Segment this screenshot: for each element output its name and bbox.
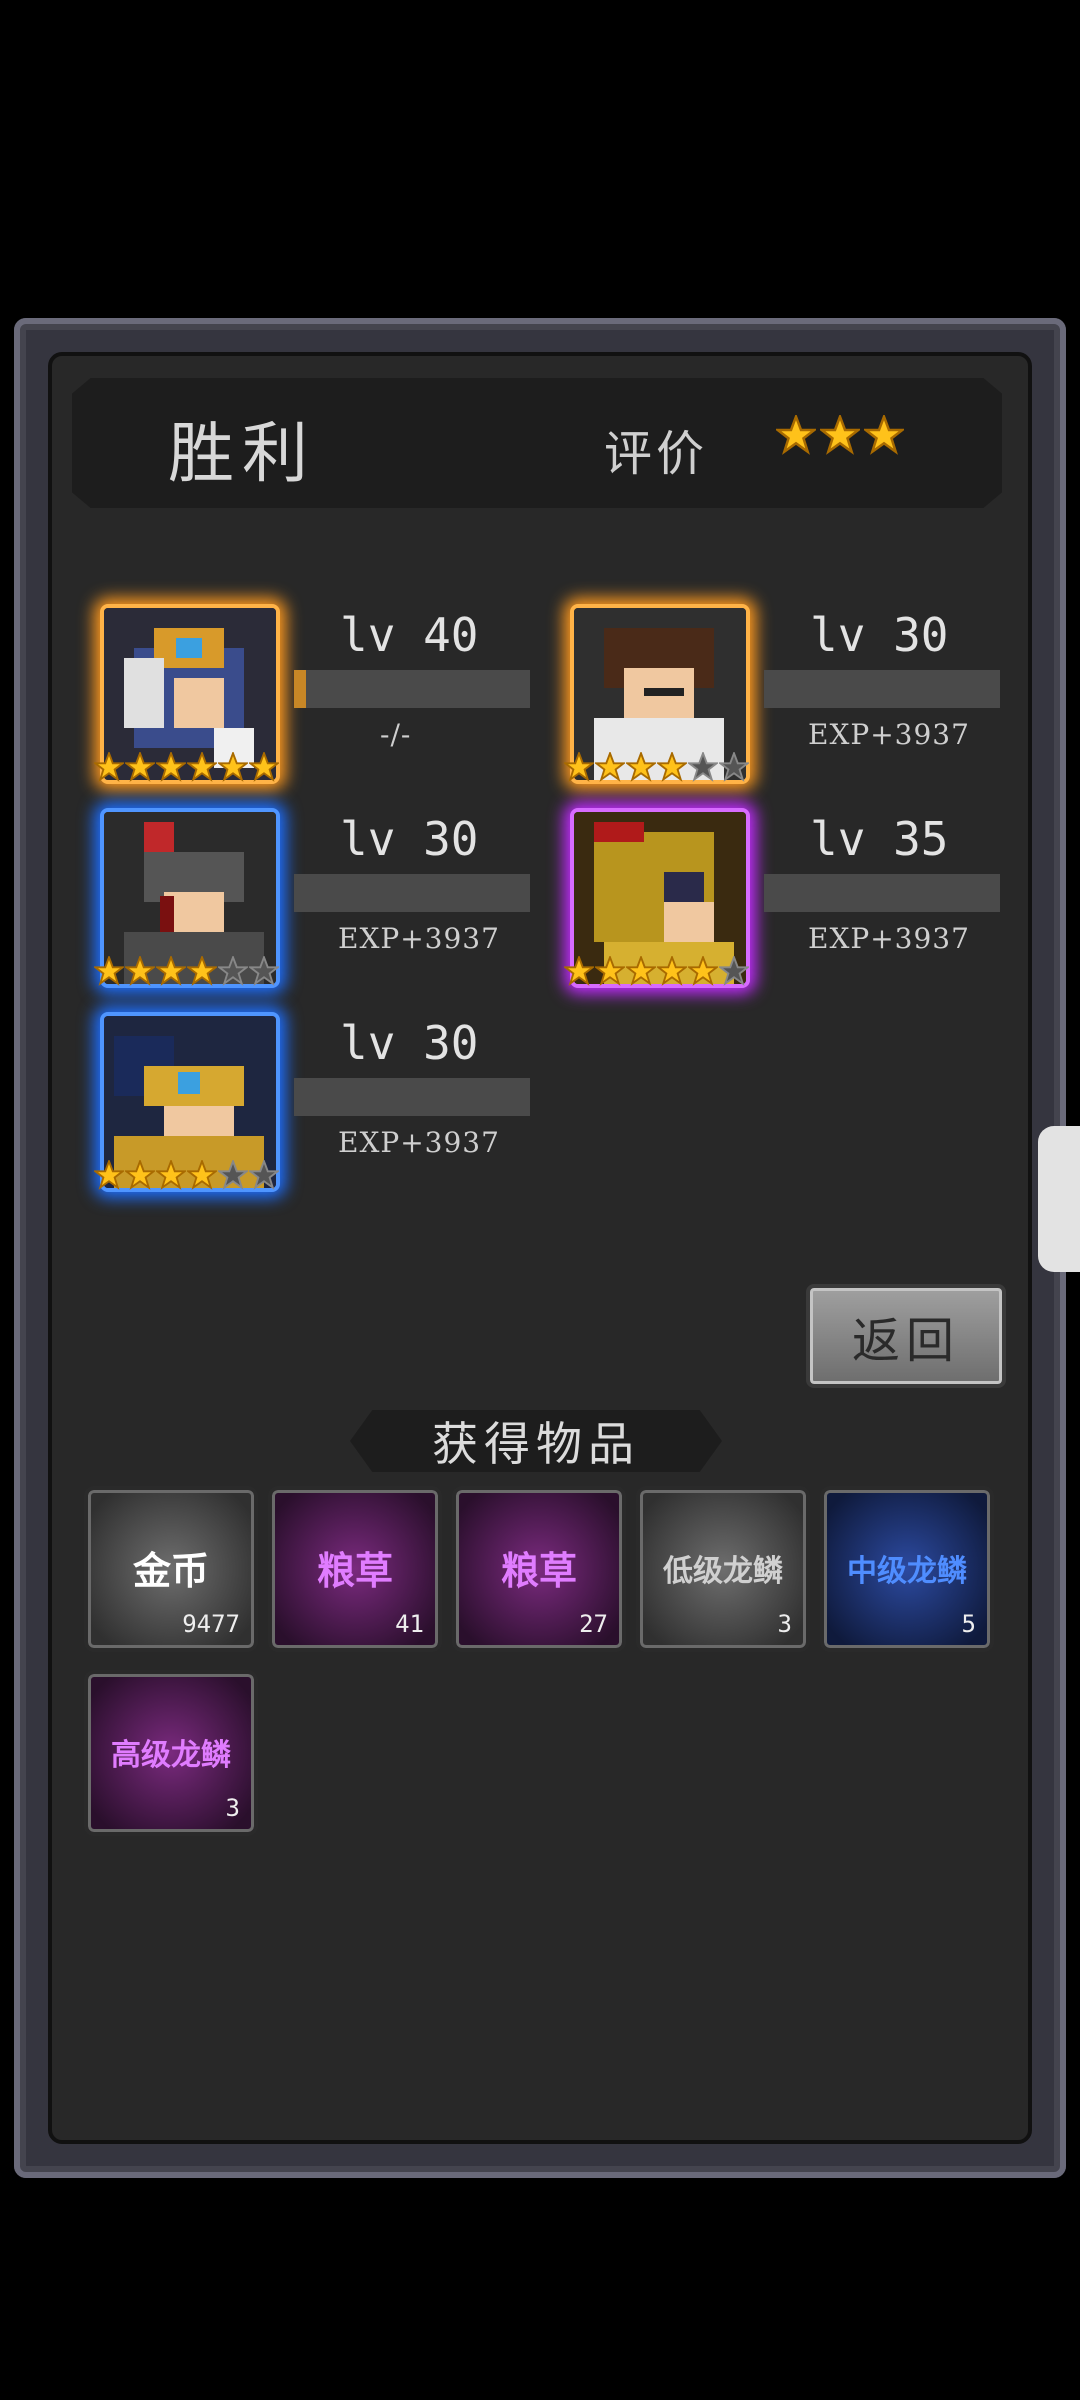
hero-exp-text: -/-: [380, 718, 412, 751]
star-icon: [593, 954, 627, 990]
star-icon: [593, 750, 627, 786]
item-count: 3: [777, 1610, 792, 1638]
hero-exp-text: EXP+3937: [808, 922, 970, 955]
item-count: 5: [961, 1610, 976, 1638]
hero-card-2[interactable]: [562, 604, 751, 784]
star-icon: [92, 750, 126, 786]
star-icon: [154, 954, 188, 990]
item-name: 粮草: [500, 1548, 577, 1593]
hero-card-4[interactable]: [562, 808, 751, 988]
rating-label: 评价: [604, 426, 709, 482]
star-icon: [92, 1158, 126, 1194]
star-icon: [624, 954, 658, 990]
hero-card-5[interactable]: [92, 1012, 281, 1192]
hero-exp-bar: [764, 670, 1000, 708]
star-icon: [624, 750, 658, 786]
item-slot[interactable]: 粮草 27: [452, 1486, 626, 1652]
star-icon: [655, 750, 689, 786]
star-icon: [247, 1158, 281, 1194]
star-icon: [655, 954, 689, 990]
item-slot[interactable]: 粮草 41: [268, 1486, 442, 1652]
hero-exp-bar: [294, 670, 530, 708]
back-button[interactable]: 返回: [806, 1284, 1006, 1388]
hero-exp-bar: [294, 874, 530, 912]
item-count: 9477: [182, 1610, 240, 1638]
hero-card-1[interactable]: [92, 604, 281, 784]
star-icon: [154, 750, 188, 786]
hero-level: lv 30: [810, 608, 949, 662]
star-icon: [216, 750, 250, 786]
item-count: 27: [579, 1610, 608, 1638]
hero-stars: [92, 750, 281, 786]
item-name: 粮草: [316, 1548, 393, 1593]
star-icon: [686, 750, 720, 786]
hero-exp-text: EXP+3937: [338, 922, 500, 955]
star-icon: [717, 954, 751, 990]
item-slot[interactable]: 高级龙鳞 3: [84, 1670, 258, 1836]
star-icon: [185, 954, 219, 990]
hero-level: lv 40: [340, 608, 479, 662]
item-name: 高级龙鳞: [111, 1738, 231, 1773]
result-panel: [14, 318, 1066, 2178]
item-name: 中级龙鳞: [847, 1554, 967, 1589]
rating-star-icon: [773, 413, 819, 459]
hero-stars: [92, 1158, 281, 1194]
item-slot[interactable]: 低级龙鳞 3: [636, 1486, 810, 1652]
hero-exp-bar: [294, 1078, 530, 1116]
star-icon: [686, 954, 720, 990]
star-icon: [123, 954, 157, 990]
star-icon: [123, 1158, 157, 1194]
rating-stars: [773, 413, 907, 459]
hero-exp-fill: [294, 670, 306, 708]
hero-card-3[interactable]: [92, 808, 281, 988]
rating-star-icon: [861, 413, 907, 459]
hero-stars: [92, 954, 281, 990]
star-icon: [154, 1158, 188, 1194]
star-icon: [562, 954, 596, 990]
hero-stars: [562, 750, 751, 786]
item-count: 41: [395, 1610, 424, 1638]
star-icon: [123, 750, 157, 786]
star-icon: [216, 1158, 250, 1194]
hero-level: lv 30: [340, 812, 479, 866]
item-name: 低级龙鳞: [663, 1554, 783, 1589]
side-handle[interactable]: [1038, 1126, 1080, 1272]
item-slot[interactable]: 金币 9477: [84, 1486, 258, 1652]
star-icon: [247, 750, 281, 786]
star-icon: [92, 954, 126, 990]
rating-star-icon: [817, 413, 863, 459]
star-icon: [717, 750, 751, 786]
star-icon: [185, 750, 219, 786]
hero-exp-text: EXP+3937: [338, 1126, 500, 1159]
star-icon: [216, 954, 250, 990]
hero-stars: [562, 954, 751, 990]
item-count: 3: [225, 1794, 240, 1822]
star-icon: [562, 750, 596, 786]
hero-level: lv 30: [340, 1016, 479, 1070]
hero-exp-text: EXP+3937: [808, 718, 970, 751]
hero-level: lv 35: [810, 812, 949, 866]
victory-title: 胜利: [168, 415, 316, 492]
items-title: 获得物品: [350, 1410, 722, 1472]
item-slot[interactable]: 中级龙鳞 5: [820, 1486, 994, 1652]
hero-exp-bar: [764, 874, 1000, 912]
star-icon: [185, 1158, 219, 1194]
star-icon: [247, 954, 281, 990]
item-name: 金币: [132, 1548, 209, 1593]
